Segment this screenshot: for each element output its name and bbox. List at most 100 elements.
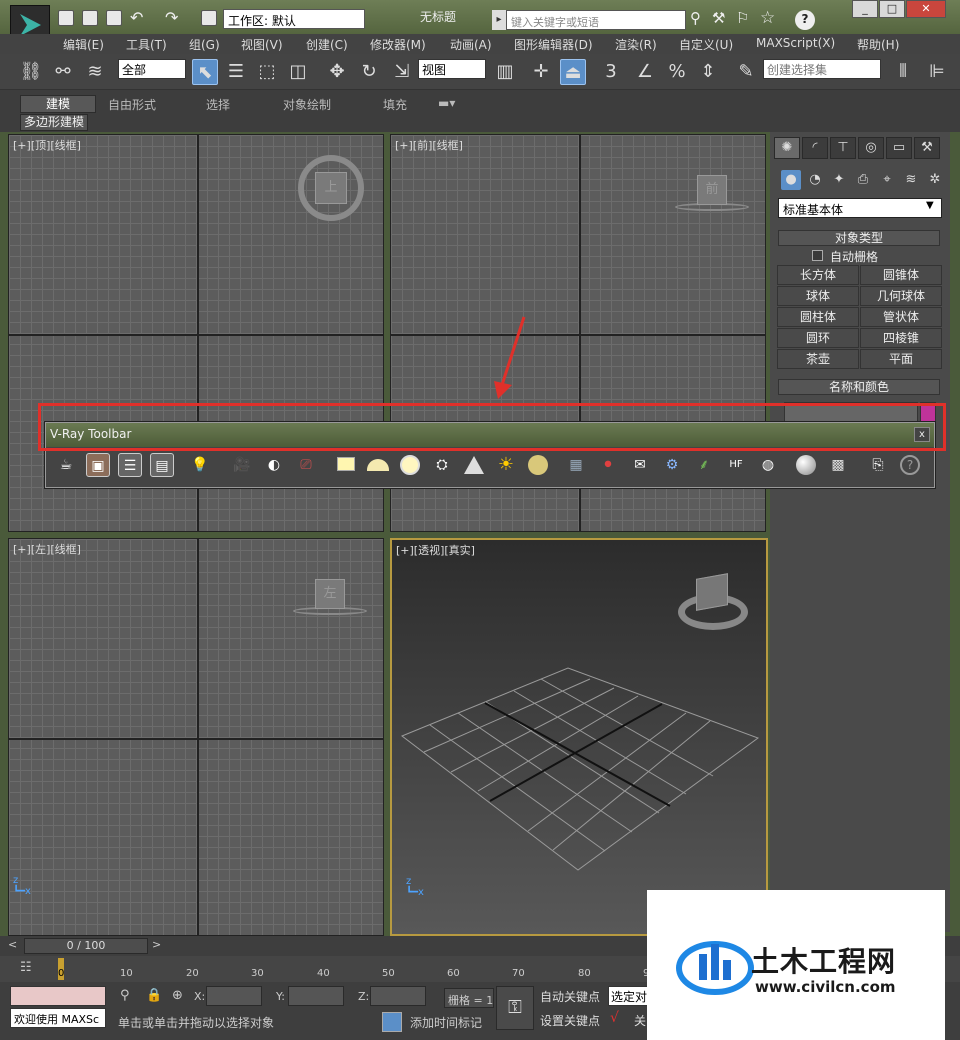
- cone-light-icon[interactable]: [462, 453, 486, 477]
- open-file-icon[interactable]: [82, 10, 98, 26]
- menu-group[interactable]: 组(G): [189, 36, 220, 53]
- maxscript-mini-listener[interactable]: [10, 986, 106, 1006]
- unlink-icon[interactable]: ⚯: [50, 59, 76, 85]
- undo-icon[interactable]: ↶: [130, 8, 143, 27]
- key-tool-icon[interactable]: ⚒: [712, 9, 725, 27]
- favorites-star-icon[interactable]: ☆: [760, 8, 775, 28]
- display-tab-icon[interactable]: ▭: [886, 137, 912, 159]
- time-tag-icon[interactable]: [382, 1012, 402, 1032]
- light-lister-icon[interactable]: 💡: [188, 453, 212, 477]
- set-key-button[interactable]: 设置关键点: [540, 1012, 600, 1029]
- hair-icon[interactable]: HF: [724, 453, 748, 477]
- reference-coord-dropdown[interactable]: 视图: [418, 59, 486, 79]
- shapes-icon[interactable]: ◔: [805, 170, 825, 190]
- named-selection-set-dropdown[interactable]: 创建选择集: [763, 59, 881, 79]
- vray-light-icon[interactable]: [334, 453, 358, 477]
- fur-icon[interactable]: ⸙: [692, 453, 716, 477]
- time-slider[interactable]: 0 / 100: [24, 938, 148, 954]
- curve-editor-icon[interactable]: ☷: [20, 960, 32, 975]
- search-expand-icon[interactable]: ▸: [492, 10, 506, 30]
- infinite-plane-icon[interactable]: ◍: [756, 453, 780, 477]
- proxy-icon[interactable]: ▦: [564, 453, 588, 477]
- mesh-export-icon[interactable]: ✉: [628, 453, 652, 477]
- ribbon-tab-freeform[interactable]: 自由形式: [108, 96, 156, 113]
- menu-animation[interactable]: 动画(A): [450, 36, 492, 53]
- menu-edit[interactable]: 编辑(E): [63, 36, 104, 53]
- y-coord-field[interactable]: [288, 986, 344, 1006]
- close-window-button[interactable]: ✕: [906, 0, 946, 18]
- communication-icon[interactable]: ⚐: [736, 9, 749, 27]
- edit-named-selection-icon[interactable]: ✎: [733, 59, 759, 85]
- search-input[interactable]: 键入关键字或短语: [506, 10, 686, 30]
- polygon-modeling-tab[interactable]: 多边形建模: [20, 114, 88, 131]
- material-icon[interactable]: ⚫: [596, 453, 620, 477]
- menu-customize[interactable]: 自定义(U): [679, 36, 733, 53]
- sphere-icon[interactable]: [794, 453, 818, 477]
- selected-dropdown[interactable]: 选定对: [608, 986, 648, 1006]
- geosphere-button[interactable]: 几何球体: [860, 286, 942, 306]
- selection-filter-dropdown[interactable]: 全部: [118, 59, 186, 79]
- menu-maxscript[interactable]: MAXScript(X): [756, 36, 835, 50]
- export-icon[interactable]: ⎘: [866, 453, 890, 477]
- pyramid-button[interactable]: 四棱锥: [860, 328, 942, 348]
- utilities-tab-icon[interactable]: ⚒: [914, 137, 940, 159]
- scale-icon[interactable]: ⇲: [389, 59, 415, 85]
- maximize-button[interactable]: □: [879, 0, 905, 18]
- select-object-icon[interactable]: ⬉: [192, 59, 218, 85]
- ribbon-tab-modeling[interactable]: 建模: [20, 95, 96, 113]
- ribbon-tab-object-paint[interactable]: 对象绘制: [283, 96, 331, 113]
- viewport-label[interactable]: [+][前][线框]: [395, 137, 463, 153]
- redo-icon[interactable]: ↷: [165, 8, 178, 27]
- menu-tools[interactable]: 工具(T): [126, 36, 167, 53]
- sphere-light-icon[interactable]: [398, 453, 422, 477]
- select-by-name-icon[interactable]: ☰: [223, 59, 249, 85]
- viewport-label[interactable]: [+][顶][线框]: [13, 137, 81, 153]
- menu-create[interactable]: 创建(C): [306, 36, 348, 53]
- x-coord-field[interactable]: [206, 986, 262, 1006]
- camera-icon[interactable]: 🎥: [230, 453, 254, 477]
- geometry-icon[interactable]: ●: [781, 170, 801, 190]
- spacewarps-icon[interactable]: ≋: [901, 170, 921, 190]
- add-time-tag-button[interactable]: 添加时间标记: [410, 1014, 482, 1031]
- modify-tab-icon[interactable]: ◜: [802, 137, 828, 159]
- spinner-snap-icon[interactable]: ⇕: [695, 59, 721, 85]
- dome-camera-icon[interactable]: ◐: [262, 453, 286, 477]
- vfb-history-icon[interactable]: ▩: [826, 453, 850, 477]
- sphere-button[interactable]: 球体: [777, 286, 859, 306]
- plane-button[interactable]: 平面: [860, 349, 942, 369]
- project-folder-icon[interactable]: [201, 10, 217, 26]
- help-icon[interactable]: ?: [795, 10, 815, 30]
- frame-buffer-icon[interactable]: ▣: [86, 453, 110, 477]
- ambient-light-icon[interactable]: [526, 453, 550, 477]
- time-next-icon[interactable]: >: [152, 938, 161, 951]
- link-icon[interactable]: ⛓: [18, 59, 44, 85]
- object-type-rollout-header[interactable]: 对象类型: [778, 230, 940, 246]
- dome-light-icon[interactable]: [366, 453, 390, 477]
- save-file-icon[interactable]: [106, 10, 122, 26]
- helpers-icon[interactable]: ⌖: [877, 170, 897, 190]
- menu-rendering[interactable]: 渲染(R): [615, 36, 657, 53]
- viewport-perspective[interactable]: [+][透视][真实] z ┗━x: [390, 538, 768, 936]
- align-icon[interactable]: ⊫: [924, 59, 950, 85]
- pivot-center-icon[interactable]: ▥: [492, 59, 518, 85]
- ribbon-tab-selection[interactable]: 选择: [206, 96, 230, 113]
- render-teapot-icon[interactable]: ☕: [54, 453, 78, 477]
- rect-selection-icon[interactable]: ⬚: [254, 59, 280, 85]
- help-icon[interactable]: ?: [898, 453, 922, 477]
- properties-icon[interactable]: ▤: [150, 453, 174, 477]
- sun-icon[interactable]: ☀: [494, 453, 518, 477]
- hierarchy-tab-icon[interactable]: ⊤: [830, 137, 856, 159]
- cameras-icon[interactable]: ⎙: [853, 170, 873, 190]
- window-crossing-icon[interactable]: ◫: [285, 59, 311, 85]
- viewport-label[interactable]: [+][左][线框]: [13, 541, 81, 557]
- tube-button[interactable]: 管状体: [860, 307, 942, 327]
- viewcube-face[interactable]: 左: [315, 579, 345, 609]
- percent-snap-icon[interactable]: %: [664, 59, 690, 85]
- binoculars-icon[interactable]: ⚲: [690, 9, 701, 27]
- z-coord-field[interactable]: [370, 986, 426, 1006]
- bind-space-warp-icon[interactable]: ≋: [82, 59, 108, 85]
- torus-button[interactable]: 圆环: [777, 328, 859, 348]
- rotate-icon[interactable]: ↻: [356, 59, 382, 85]
- teapot-button[interactable]: 茶壶: [777, 349, 859, 369]
- lock-icon[interactable]: 🔒: [146, 988, 162, 1003]
